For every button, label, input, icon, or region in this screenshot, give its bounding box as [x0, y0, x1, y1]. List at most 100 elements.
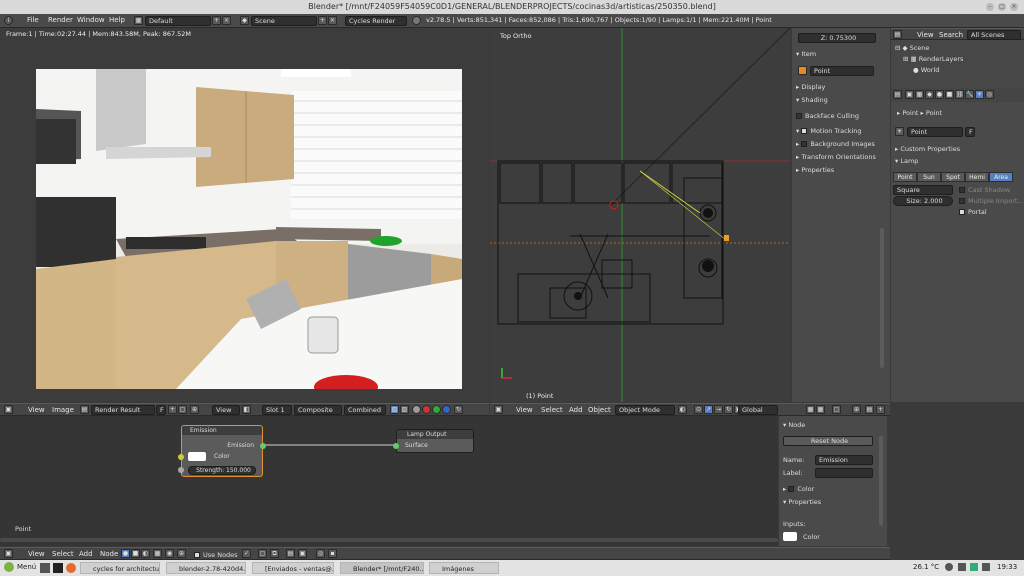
channel-dot-icon[interactable]: [412, 405, 421, 414]
emission-node-header[interactable]: Emission: [182, 426, 262, 435]
lamp-type-sun[interactable]: Sun: [917, 172, 941, 182]
z-location-field[interactable]: Z: 0.75300: [798, 33, 876, 43]
terminal-icon[interactable]: [53, 563, 63, 573]
strength-field[interactable]: Strength: 150.000: [188, 466, 256, 475]
firefox-icon[interactable]: [66, 563, 76, 573]
lamp-browse-icon[interactable]: ☀: [895, 127, 904, 136]
emission-output-socket[interactable]: [260, 443, 266, 449]
pin-icon[interactable]: ⊕: [190, 405, 199, 414]
use-nodes-checkbox[interactable]: Use Nodes: [194, 551, 238, 559]
snap-icon[interactable]: ⊕: [852, 405, 861, 414]
network-icon[interactable]: [945, 563, 953, 571]
editor-type-icon[interactable]: ▤: [893, 90, 902, 99]
compositing-nodes-icon[interactable]: ◉: [165, 549, 174, 558]
image-browse-icon[interactable]: ▤: [80, 405, 89, 414]
close-icon[interactable]: ×: [1010, 3, 1018, 11]
task-mail[interactable]: [Enviados - ventas@...: [252, 562, 334, 574]
properties-section[interactable]: ▸ Properties: [796, 166, 834, 174]
pivot-icon[interactable]: ⊙: [694, 405, 703, 414]
menu-object[interactable]: Object: [588, 406, 611, 414]
object-nodes-icon[interactable]: ■: [131, 549, 140, 558]
rotate-icon[interactable]: ↻: [724, 405, 733, 414]
custom-properties-section[interactable]: ▸ Custom Properties: [895, 145, 960, 153]
info-editor-icon[interactable]: i: [4, 16, 13, 25]
node-label-field[interactable]: [815, 468, 873, 478]
menu-render[interactable]: Render: [48, 16, 73, 24]
panel-scrollbar[interactable]: [879, 436, 883, 526]
new-image-icon[interactable]: +: [168, 405, 177, 414]
motion-tracking-section[interactable]: ▾ Motion Tracking: [796, 127, 862, 135]
world-nodes-icon[interactable]: ◐: [141, 549, 150, 558]
physics-tab-icon[interactable]: ◎: [985, 90, 994, 99]
layout-select[interactable]: Default: [145, 16, 211, 26]
screen-layout-icon[interactable]: ▦: [134, 16, 143, 25]
modifiers-tab-icon[interactable]: 🔧: [965, 90, 974, 99]
copy-icon[interactable]: ⧉: [270, 549, 279, 558]
shader-nodes-icon[interactable]: ●: [121, 549, 130, 558]
render-preview-icon[interactable]: ▤: [865, 405, 874, 414]
horizontal-scrollbar[interactable]: [0, 538, 778, 542]
layers2-icon[interactable]: ▦: [816, 405, 825, 414]
object-tab-icon[interactable]: ■: [945, 90, 954, 99]
menu-window[interactable]: Window: [77, 16, 105, 24]
volume-icon[interactable]: [982, 563, 990, 571]
slot-select[interactable]: Slot 1: [262, 405, 292, 415]
lamp-type-spot[interactable]: Spot: [941, 172, 965, 182]
menu-node[interactable]: Node: [100, 550, 118, 558]
alpha-icon[interactable]: ▨: [400, 405, 409, 414]
backdrop-icon[interactable]: ▣: [298, 549, 307, 558]
surface-input-socket[interactable]: [393, 443, 399, 449]
add-layout-icon[interactable]: +: [212, 16, 221, 25]
properties-section[interactable]: ▾ Properties: [783, 498, 821, 506]
shading-icon[interactable]: ◐: [678, 405, 687, 414]
editor-type-icon[interactable]: ▣: [4, 549, 13, 558]
scene-tab-icon[interactable]: ◆: [925, 90, 934, 99]
portal-checkbox[interactable]: Portal: [959, 208, 987, 216]
mint-menu-icon[interactable]: [4, 562, 14, 572]
scene-icon[interactable]: ◆: [240, 16, 249, 25]
menu-image[interactable]: Image: [52, 406, 74, 414]
minimize-icon[interactable]: –: [986, 3, 994, 11]
object-name-field[interactable]: Point: [810, 66, 874, 76]
backface-culling-checkbox[interactable]: Backface Culling: [796, 112, 859, 120]
background-images-section[interactable]: ▸ Background Images: [796, 140, 875, 148]
lamp-type-area[interactable]: Area: [989, 172, 1013, 182]
manipulator-icon[interactable]: ↗: [704, 405, 713, 414]
render-icon[interactable]: ◎: [316, 549, 325, 558]
camera-icon[interactable]: ▪: [328, 549, 337, 558]
display-mode-select[interactable]: All Scenes: [967, 30, 1021, 40]
green-channel-icon[interactable]: [432, 405, 441, 414]
viewport-3d[interactable]: Top Ortho (1) Point: [490, 28, 790, 402]
pass-select[interactable]: Composite: [294, 405, 342, 415]
refresh-icon[interactable]: ↻: [454, 405, 463, 414]
menu-add[interactable]: Add: [79, 550, 93, 558]
lamp-data-tab-icon[interactable]: ☀: [975, 90, 984, 99]
menu-select[interactable]: Select: [52, 550, 74, 558]
world-tab-icon[interactable]: ●: [935, 90, 944, 99]
add-scene-icon[interactable]: +: [318, 16, 327, 25]
view-mode-select[interactable]: View: [212, 405, 240, 415]
shading-section[interactable]: ▾ Shading: [796, 96, 828, 104]
snap-element-icon[interactable]: ▢: [258, 549, 267, 558]
texture-nodes-icon[interactable]: ▦: [153, 549, 162, 558]
constraints-tab-icon[interactable]: ⛓: [955, 90, 964, 99]
layer-select[interactable]: Combined: [344, 405, 386, 415]
node-section[interactable]: ▾ Node: [783, 421, 805, 429]
task-images[interactable]: Imágenes: [429, 562, 499, 574]
panel-scrollbar[interactable]: [880, 228, 884, 368]
scene-select[interactable]: Scene: [251, 16, 317, 26]
render-engine-select[interactable]: Cycles Render: [345, 16, 407, 26]
strength-input-socket[interactable]: [178, 467, 184, 473]
task-blender[interactable]: Blender* [/mnt/F240...: [340, 562, 424, 574]
uv-icon[interactable]: ◧: [242, 405, 251, 414]
editor-type-icon[interactable]: ▣: [494, 405, 503, 414]
lamp-type-hemi[interactable]: Hemi: [965, 172, 989, 182]
translate-icon[interactable]: →: [714, 405, 723, 414]
lamp-output-node[interactable]: Lamp Output Surface: [393, 429, 474, 453]
menu-select[interactable]: Select: [541, 406, 563, 414]
remove-scene-icon[interactable]: ×: [328, 16, 337, 25]
menu-add[interactable]: Add: [569, 406, 583, 414]
task-browser[interactable]: cycles for architectu...: [80, 562, 160, 574]
editor-type-icon[interactable]: ▤: [893, 30, 902, 39]
lamp-datablock-field[interactable]: Point: [907, 127, 963, 137]
